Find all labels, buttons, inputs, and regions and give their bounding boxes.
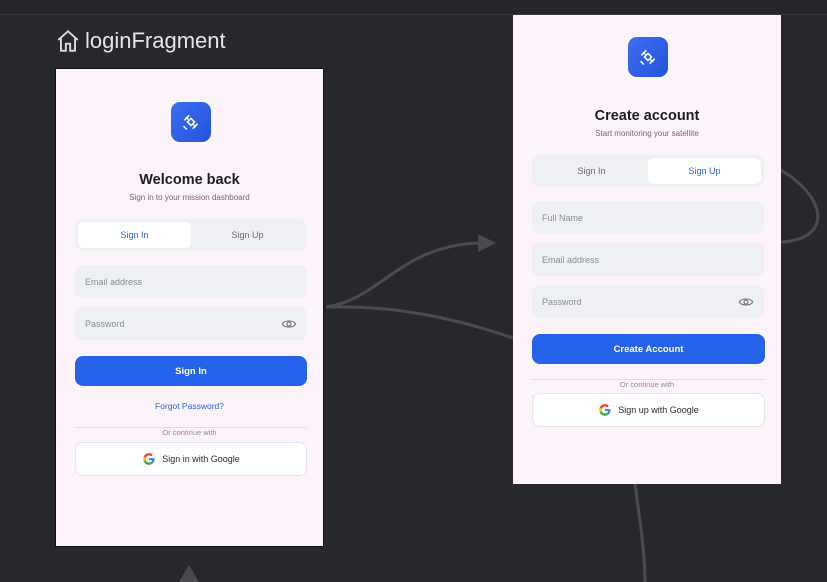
login-screen: Welcome back Sign in to your mission das…: [55, 68, 324, 547]
google-sign-up-button[interactable]: Sign up with Google: [532, 393, 765, 427]
nav-line-right: [780, 168, 820, 244]
tab-sign-up[interactable]: Sign Up: [191, 222, 304, 248]
google-button-label: Sign in with Google: [162, 454, 240, 464]
fragment-title-label: loginFragment: [85, 28, 226, 53]
or-continue-text: Or continue with: [619, 380, 675, 389]
nav-line-secondary: [325, 305, 514, 340]
create-account-button[interactable]: Create Account: [532, 334, 765, 364]
signup-title: Create account: [594, 108, 700, 124]
app-logo: [628, 37, 668, 77]
sign-in-button[interactable]: Sign In: [75, 356, 307, 386]
email-field[interactable]: [532, 243, 764, 276]
signup-screen: Create account Start monitoring your sat…: [513, 15, 781, 484]
fragment-title[interactable]: loginFragment: [55, 27, 226, 55]
google-icon: [599, 404, 611, 416]
tab-sign-in[interactable]: Sign In: [535, 158, 648, 184]
login-subtitle: Sign in to your mission dashboard: [129, 193, 250, 202]
tab-sign-in[interactable]: Sign In: [78, 222, 191, 248]
google-button-label: Sign up with Google: [618, 405, 699, 415]
satellite-icon: [639, 49, 656, 66]
login-title: Welcome back: [139, 172, 240, 188]
full-name-field[interactable]: [532, 201, 764, 234]
google-icon: [143, 453, 155, 465]
full-name-input[interactable]: [542, 212, 754, 223]
home-icon: [57, 29, 79, 52]
email-input[interactable]: [85, 276, 297, 287]
password-input[interactable]: [85, 318, 281, 329]
auth-tabs: Sign In Sign Up: [75, 219, 307, 251]
password-input[interactable]: [542, 296, 738, 307]
forgot-password-link[interactable]: Forgot Password?: [56, 401, 323, 411]
email-input[interactable]: [542, 254, 754, 265]
password-field[interactable]: [75, 307, 307, 340]
eye-icon[interactable]: [738, 294, 754, 310]
google-sign-in-button[interactable]: Sign in with Google: [75, 442, 307, 476]
nav-arrow-login-to-signup: [325, 241, 481, 309]
auth-tabs: Sign In Sign Up: [532, 155, 764, 187]
signup-subtitle: Start monitoring your satellite: [595, 129, 699, 138]
arrow-head-bottom: [179, 565, 199, 582]
eye-icon[interactable]: [281, 316, 297, 332]
or-continue-text: Or continue with: [162, 428, 217, 437]
password-field[interactable]: [532, 285, 764, 318]
nav-line-bottom: [633, 483, 647, 582]
satellite-icon: [182, 114, 199, 131]
app-logo: [171, 102, 211, 142]
tab-sign-up[interactable]: Sign Up: [648, 158, 761, 184]
arrow-head: [478, 234, 496, 252]
email-field[interactable]: [75, 265, 307, 298]
